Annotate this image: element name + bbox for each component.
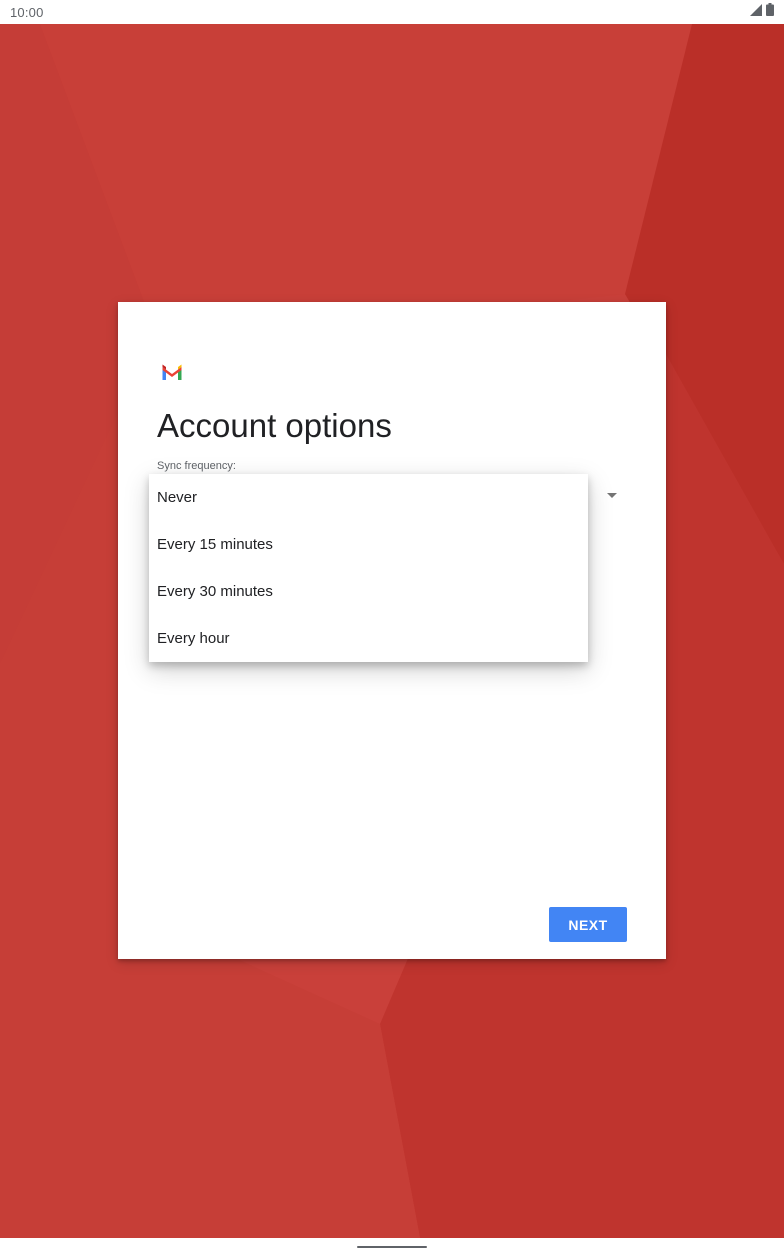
sync-frequency-label: Sync frequency: (157, 460, 236, 472)
menu-item-every-30-minutes[interactable]: Every 30 minutes (149, 568, 588, 615)
page-title: Account options (157, 407, 392, 444)
sync-frequency-menu: Never Every 15 minutes Every 30 minutes … (149, 474, 588, 662)
signal-icon (750, 3, 762, 21)
dropdown-arrow-icon[interactable] (607, 493, 617, 498)
gmail-logo-icon (161, 364, 183, 380)
next-button[interactable]: NEXT (549, 907, 627, 942)
status-icons (750, 3, 774, 21)
menu-item-never[interactable]: Never (149, 474, 588, 521)
status-time: 10:00 (10, 4, 44, 20)
home-gesture-handle[interactable] (357, 1246, 427, 1248)
menu-item-every-15-minutes[interactable]: Every 15 minutes (149, 521, 588, 568)
battery-icon (766, 3, 774, 21)
navigation-bar (0, 1238, 784, 1254)
status-bar: 10:00 (0, 0, 784, 24)
menu-item-every-hour[interactable]: Every hour (149, 615, 588, 662)
